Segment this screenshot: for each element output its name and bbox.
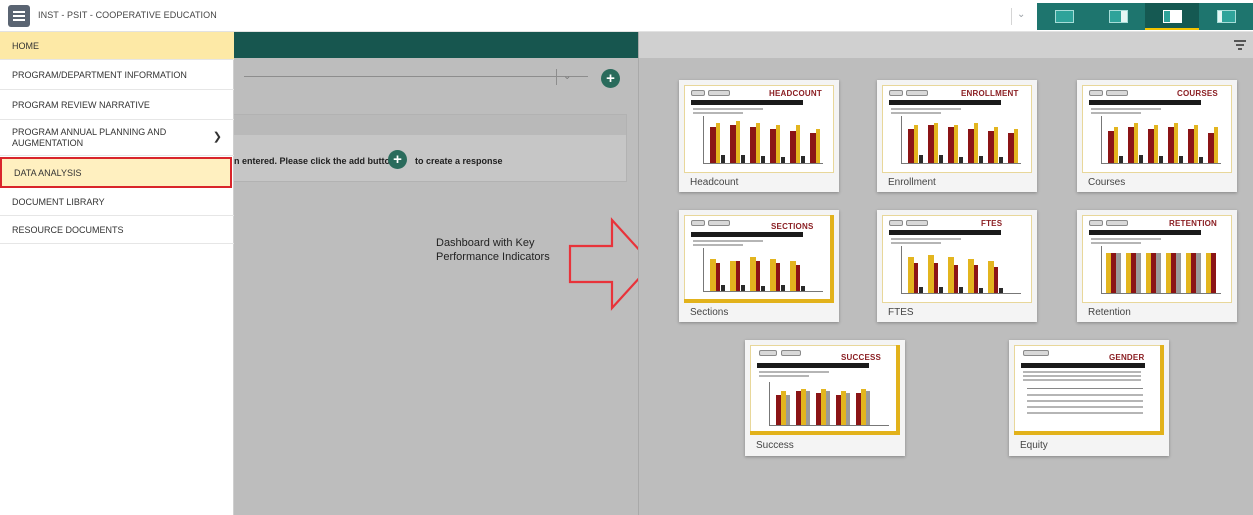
layout-split-icon [1163,10,1182,23]
thumbnail-bars [703,116,823,164]
app-title: INST - PSIT - COOPERATIVE EDUCATION [38,10,217,20]
chevron-down-icon[interactable]: ⌄ [1017,9,1025,20]
sidebar-item-data-analysis[interactable]: DATA ANALYSIS [0,157,232,188]
sidebar-item-document-library[interactable]: DOCUMENT LIBRARY [0,188,234,216]
thumbnail-bars [1101,116,1221,164]
sidebar-nav: HOME PROGRAM/DEPARTMENT INFORMATION PROG… [0,32,234,515]
dashboard-header [639,32,1253,58]
chart-thumbnail: COURSES [1082,85,1232,173]
equity-table [1027,388,1143,418]
plus-circle-icon[interactable]: + [388,150,407,169]
layout-full-icon [1217,10,1236,23]
thumbnail-title: RETENTION [1169,219,1218,228]
top-bar: INST - PSIT - COOPERATIVE EDUCATION ⌄ [0,0,1253,32]
thumbnail-title: SECTIONS [771,222,814,231]
panel-header [234,32,638,58]
sidebar-item-label: DATA ANALYSIS [14,167,82,178]
sidebar-item-program-annual-planning[interactable]: PROGRAM ANNUAL PLANNING AND AUGMENTATION… [0,120,234,156]
chart-thumbnail: SUCCESS [750,345,900,435]
response-panel-header [234,115,626,135]
chart-thumbnail: FTES [882,215,1032,303]
card-label: Courses [1088,177,1126,188]
layout-right-button[interactable] [1091,3,1145,30]
thumbnail-title: GENDER [1109,353,1145,362]
chart-thumbnail: SECTIONS [684,215,834,303]
layout-left-button[interactable] [1037,3,1091,30]
card-label: Retention [1088,307,1131,318]
no-response-message: n entered. Please click the add button [234,156,396,166]
thumbnail-bars [1101,246,1221,294]
sidebar-item-home[interactable]: HOME [0,32,234,60]
sidebar-item-program-review-narrative[interactable]: PROGRAM REVIEW NARRATIVE [0,90,234,120]
layout-switcher [1037,3,1253,30]
thumbnail-title: ENROLLMENT [961,89,1019,98]
sidebar-item-resource-documents[interactable]: RESOURCE DOCUMENTS [0,216,234,244]
chevron-down-icon[interactable]: ⌄ [563,71,571,82]
content-panel: ⌄ + n entered. Please click the add butt… [234,32,654,515]
thumbnail-bars [703,248,823,292]
sidebar-item-label: PROGRAM/DEPARTMENT INFORMATION [12,69,187,80]
layout-right-icon [1109,10,1128,23]
kpi-card-ftes[interactable]: FTES FTES [877,210,1037,322]
kpi-card-sections[interactable]: SECTIONS Sections [679,210,839,322]
annotation-text: Dashboard with Key Performance Indicator… [436,237,550,263]
layout-full-button[interactable] [1199,3,1253,30]
kpi-card-equity[interactable]: GENDER Equity [1009,340,1169,456]
card-label: Sections [690,307,729,318]
kpi-card-success[interactable]: SUCCESS Success [745,340,905,456]
kpi-card-headcount[interactable]: HEADCOUNT Headcount [679,80,839,192]
thumbnail-title: HEADCOUNT [769,89,822,98]
hamburger-icon[interactable] [8,5,30,27]
card-label: Enrollment [888,177,936,188]
sidebar-item-label: RESOURCE DOCUMENTS [12,224,124,235]
card-label: FTES [888,307,914,318]
thumbnail-title: SUCCESS [841,353,882,362]
thumbnail-title: FTES [981,219,1003,228]
card-label: Equity [1020,440,1048,451]
chevron-down-icon[interactable]: ❯ [213,132,222,143]
kpi-card-courses[interactable]: COURSES Courses [1077,80,1237,192]
sidebar-item-label: HOME [12,40,39,51]
layout-left-icon [1055,10,1074,23]
thumbnail-bars [901,246,1021,294]
kpi-card-retention[interactable]: RETENTION Retention [1077,210,1237,322]
sidebar-item-label: DOCUMENT LIBRARY [12,196,105,207]
kpi-card-enrollment[interactable]: ENROLLMENT Enrollment [877,80,1037,192]
filter-icon[interactable] [1234,40,1246,50]
no-response-message-end: to create a response [415,156,503,166]
divider [556,69,557,85]
dashboard-panel: HEADCOUNT Headcount ENROLLMENT Enrollmen… [638,32,1253,515]
chart-thumbnail: HEADCOUNT [684,85,834,173]
chart-thumbnail: RETENTION [1082,215,1232,303]
thumbnail-bars [769,382,889,426]
thumbnail-title: COURSES [1177,89,1218,98]
thumbnail-bars [901,116,1021,164]
sidebar-item-label: PROGRAM ANNUAL PLANNING AND AUGMENTATION [12,126,167,148]
sidebar-item-label: PROGRAM REVIEW NARRATIVE [12,99,150,110]
card-label: Headcount [690,177,739,188]
response-select[interactable] [244,76,588,77]
sidebar-item-program-department-information[interactable]: PROGRAM/DEPARTMENT INFORMATION [0,60,234,90]
divider [1011,8,1012,25]
chart-thumbnail: ENROLLMENT [882,85,1032,173]
chart-thumbnail: GENDER [1014,345,1164,435]
response-panel: n entered. Please click the add button +… [234,114,627,182]
layout-split-button[interactable] [1145,3,1199,30]
add-response-button[interactable]: + [601,69,620,88]
card-label: Success [756,440,794,451]
